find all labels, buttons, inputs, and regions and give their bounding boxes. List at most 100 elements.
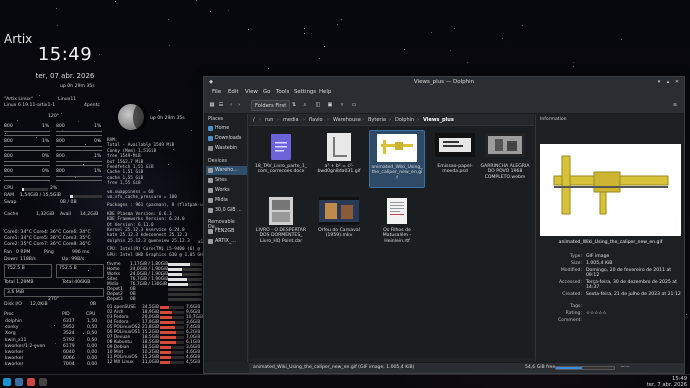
fan-label: Fan	[4, 250, 12, 255]
places-panel: Places Home Downloads Wastebin Devices W…	[204, 114, 248, 362]
back-icon[interactable]: ‹	[227, 100, 235, 111]
file-item[interactable]: a² + b² = c²- bwd0gn8da031.gif	[311, 130, 367, 188]
star	[323, 46, 325, 48]
breadcrumb-run[interactable]: run	[265, 114, 273, 126]
drive-icon	[208, 188, 213, 193]
process-name: kworker	[5, 362, 24, 368]
filter-icon[interactable]: ▿	[338, 100, 346, 111]
device-warehouse[interactable]: Wareho...	[206, 166, 247, 175]
partition-usage-bar	[160, 321, 184, 324]
close-icon[interactable]: ✕	[674, 79, 680, 85]
terminal-icon[interactable]: ▭	[350, 100, 358, 111]
compact-view-icon[interactable]: ☰	[217, 100, 225, 111]
device-midia[interactable]: Midia	[206, 196, 247, 205]
file-item-selected[interactable]: animated_Wiki_Using_the_caliper_new_en.g…	[369, 130, 425, 188]
cpu-label: CPU	[4, 186, 14, 191]
conky-uptime: up 0h 29m 35s	[60, 84, 95, 89]
breadcrumb-media[interactable]: media	[283, 114, 299, 126]
minimize-icon[interactable]: ▾	[656, 79, 662, 85]
cpu-total: 2%	[50, 186, 58, 191]
removable-fen2gb[interactable]: FEN2GB	[206, 227, 247, 236]
maximize-icon[interactable]: ▴	[665, 79, 671, 85]
menu-edit[interactable]: Edit	[228, 87, 238, 97]
net-down-graph: 752.5 B	[4, 264, 52, 278]
menu-help[interactable]: Help	[319, 87, 331, 97]
menu-tools[interactable]: Tools	[276, 87, 289, 97]
star	[502, 38, 504, 40]
partition-usage-bar	[160, 351, 184, 354]
folders-first-button[interactable]: Folders First	[251, 100, 291, 111]
device-sites[interactable]: Sites	[206, 176, 247, 185]
device-30gib[interactable]: 30,0 GiB ...	[206, 206, 247, 215]
toolbar: ▦ ☰ ‹ › Folders First ⇅ ⌕ ◫ ▣ ▿ ▭ ≡	[204, 97, 684, 114]
cpu-core-freq: 800	[4, 169, 13, 174]
breadcrumb-current[interactable]: Views_plus	[423, 114, 454, 126]
cpu-core-graph	[4, 161, 50, 166]
search-icon[interactable]: ⌕	[301, 100, 309, 111]
menu-go[interactable]: Go	[263, 87, 270, 97]
menu-view[interactable]: View	[245, 87, 258, 97]
place-wastebin[interactable]: Wastebin	[206, 144, 247, 153]
net-up-graph: 752.5 B	[56, 264, 104, 278]
dolphin-window[interactable]: ◆ Views_plus — Dolphin ▾ ▴ ✕ File Edit V…	[203, 76, 685, 374]
removable-artix[interactable]: ARTIX_...	[206, 237, 247, 246]
process-name: Xorg	[5, 331, 16, 337]
file-item[interactable]: LIVRO - O DESPERTAR DOS DORMENTES_ Livro…	[253, 194, 309, 252]
zoom-slider-icon[interactable]: ─◦─	[621, 363, 629, 373]
swap-value: 0B / 0B	[60, 200, 77, 205]
caliper-image-thumbnail	[377, 134, 417, 162]
icon-view-icon[interactable]: ▦	[208, 100, 216, 111]
menu-settings[interactable]: Settings	[294, 87, 316, 97]
breadcrumb-dolphin[interactable]: Dolphin	[395, 114, 414, 126]
cpu-core-graph	[4, 176, 50, 181]
info-label: Accessed:	[558, 280, 582, 285]
cpu-core-freq: 800	[4, 139, 13, 144]
file-view[interactable]: 18_TAV_Livro_parte_1_com_correcoes.docx …	[249, 126, 534, 358]
process-pid: 7004	[63, 362, 75, 368]
drive-icon	[208, 208, 213, 213]
sort-icon[interactable]: ⇅	[290, 100, 298, 111]
terminal-task-icon[interactable]	[39, 378, 47, 386]
file-item[interactable]: GARRINCHA ALEGRIA DO POVO 1968 COMPLETO.…	[477, 130, 533, 188]
place-downloads[interactable]: Downloads	[206, 134, 247, 143]
window-menu-icon[interactable]: ◆	[208, 79, 214, 85]
disk-usage-bar	[168, 268, 202, 271]
dolphin-task-icon[interactable]	[15, 378, 23, 386]
hamburger-menu-icon[interactable]: ≡	[670, 100, 680, 111]
disk-usage-bar	[168, 278, 202, 281]
breadcrumb-flavio[interactable]: flavio	[309, 114, 323, 126]
forward-icon[interactable]: ›	[235, 100, 243, 111]
info-label: Rating:	[565, 311, 582, 316]
process-cpu: 0,50	[87, 337, 98, 343]
cpu-core-pct: 1%	[94, 124, 102, 129]
star	[573, 62, 575, 64]
file-item[interactable]: 18_TAV_Livro_parte_1_com_correcoes.docx	[253, 130, 309, 188]
split-view-icon[interactable]: ◫	[314, 100, 322, 111]
breadcrumb-warehouse[interactable]: Warehouse	[333, 114, 361, 126]
taskbar-clock[interactable]: 15:49 ter, 7 abr. 2026	[647, 376, 687, 388]
browser-task-icon[interactable]	[27, 378, 35, 386]
places-header: Places	[208, 117, 224, 122]
app-launcher-icon[interactable]	[3, 378, 11, 386]
fs-graph: 3.5 MiB	[4, 288, 104, 297]
cpu-core-freq: 800	[56, 169, 65, 174]
partition-usage-bar	[160, 326, 184, 329]
preview-icon[interactable]: ▣	[326, 100, 334, 111]
window-titlebar[interactable]: ◆ Views_plus — Dolphin ▾ ▴ ✕	[204, 77, 684, 87]
star	[467, 62, 469, 64]
drive-icon	[208, 168, 213, 173]
breadcrumb-root[interactable]: /	[253, 114, 255, 126]
place-home[interactable]: Home	[206, 124, 247, 133]
file-item[interactable]: Emissao-papel-moeda.psd	[427, 130, 483, 188]
star	[319, 57, 321, 59]
info-value[interactable]: ☆☆☆☆☆	[586, 311, 682, 316]
star	[522, 24, 524, 26]
avail-label: Avail	[60, 212, 71, 217]
file-item[interactable]: Orfeu do Carnaval (1959).mkv	[311, 194, 367, 252]
file-item[interactable]: Os Filhos de Matusalém - Heinlein.rtf	[369, 194, 425, 252]
breadcrumb-byteria[interactable]: Byteria	[368, 114, 386, 126]
cpu-core-graph	[4, 131, 50, 136]
drive-icon	[208, 178, 213, 183]
menu-file[interactable]: File	[212, 87, 221, 97]
device-works[interactable]: Works	[206, 186, 247, 195]
